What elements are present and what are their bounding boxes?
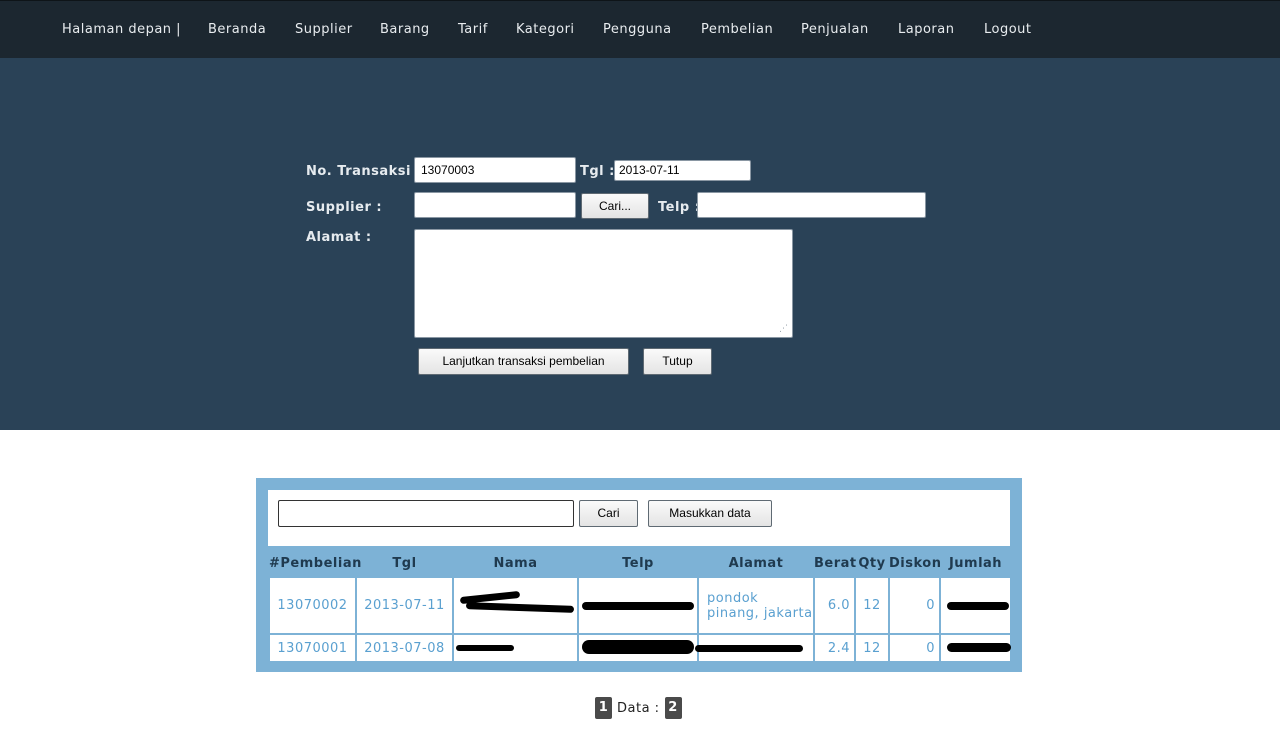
nav-tarif[interactable]: Tarif: [458, 22, 488, 37]
cell-jumlah-redacted: [939, 576, 1012, 635]
purchase-list-panel: Cari Masukkan data #Pembelian Tgl Nama T…: [256, 478, 1022, 672]
pagination: 1 Data : 2: [595, 697, 682, 719]
cell-qty: 12: [854, 576, 890, 635]
pagination-label: Data :: [617, 700, 660, 716]
tgl-label: Tgl :: [580, 164, 615, 179]
redaction-mark: [465, 602, 575, 613]
alamat-label: Alamat :: [306, 230, 372, 245]
cell-berat: 2.4: [813, 633, 856, 663]
page-1-button[interactable]: 1: [595, 697, 612, 719]
redaction-mark: [947, 602, 1009, 610]
supplier-input[interactable]: [414, 192, 576, 218]
redaction-mark: [695, 645, 803, 652]
tgl-input[interactable]: 2013-07-11: [614, 160, 751, 181]
cari-button[interactable]: Cari: [579, 500, 638, 527]
cell-diskon: 0: [888, 576, 941, 635]
tutup-button[interactable]: Tutup: [643, 348, 712, 375]
purchase-table: #Pembelian Tgl Nama Telp Alamat Berat Qt…: [268, 551, 1012, 663]
alamat-textarea[interactable]: ⋰: [414, 229, 793, 338]
nav-pengguna[interactable]: Pengguna: [603, 22, 672, 37]
no-transaksi-label: No. Transaksi :: [306, 164, 422, 179]
col-header-alamat[interactable]: Alamat: [698, 551, 814, 577]
cell-berat: 6.0: [813, 576, 856, 635]
supplier-label: Supplier :: [306, 200, 383, 215]
cell-nama-redacted: [452, 576, 579, 635]
telp-label: Telp :: [658, 200, 701, 215]
nav-supplier[interactable]: Supplier: [295, 22, 353, 37]
redaction-mark: [947, 643, 1011, 652]
cell-telp-redacted: [577, 633, 699, 663]
col-header-jumlah[interactable]: Jumlah: [940, 551, 1011, 577]
cell-tgl: 2013-07-08: [355, 633, 454, 663]
cell-qty: 12: [854, 633, 890, 663]
cell-alamat-redacted: [695, 633, 815, 663]
nav-logout[interactable]: Logout: [984, 22, 1032, 37]
table-row[interactable]: 13070001 2013-07-08 2.4 12 0: [268, 633, 1012, 663]
cell-jumlah-redacted: [939, 633, 1012, 663]
telp-input[interactable]: [697, 192, 926, 218]
nav-penjualan[interactable]: Penjualan: [801, 22, 869, 37]
page-2-button[interactable]: 2: [664, 697, 682, 719]
nav-pembelian[interactable]: Pembelian: [701, 22, 773, 37]
col-header-pembelian[interactable]: #Pembelian: [269, 551, 361, 577]
search-bar: Cari Masukkan data: [268, 490, 1010, 546]
redaction-mark: [582, 602, 694, 610]
col-header-qty[interactable]: Qty: [855, 551, 889, 577]
col-header-berat[interactable]: Berat: [814, 551, 856, 577]
redaction-mark: [582, 640, 694, 654]
redaction-mark: [456, 645, 514, 651]
cell-telp-redacted: [577, 576, 699, 635]
col-header-nama[interactable]: Nama: [453, 551, 578, 577]
nav-laporan[interactable]: Laporan: [898, 22, 954, 37]
search-input[interactable]: [278, 500, 574, 527]
cari-supplier-button[interactable]: Cari...: [581, 193, 649, 219]
cell-pembelian-id[interactable]: 13070001: [268, 633, 357, 663]
col-header-telp[interactable]: Telp: [578, 551, 698, 577]
no-transaksi-input[interactable]: 13070003: [414, 157, 576, 183]
nav-halaman-depan[interactable]: Halaman depan |: [62, 22, 181, 37]
cell-diskon: 0: [888, 633, 941, 663]
nav-beranda[interactable]: Beranda: [208, 22, 266, 37]
table-header-row: #Pembelian Tgl Nama Telp Alamat Berat Qt…: [269, 551, 1011, 577]
table-row[interactable]: 13070002 2013-07-11 pondok pinang, jakar…: [268, 576, 1012, 635]
cell-tgl: 2013-07-11: [355, 576, 454, 635]
top-navigation: Halaman depan | Beranda Supplier Barang …: [0, 0, 1280, 58]
cell-nama-redacted: [452, 633, 579, 663]
nav-kategori[interactable]: Kategori: [516, 22, 575, 37]
lanjutkan-transaksi-button[interactable]: Lanjutkan transaksi pembelian: [418, 348, 629, 375]
col-header-tgl[interactable]: Tgl: [356, 551, 453, 577]
masukkan-data-button[interactable]: Masukkan data: [648, 500, 772, 527]
resize-grip-icon[interactable]: ⋰: [779, 325, 788, 334]
col-header-diskon[interactable]: Diskon: [889, 551, 941, 577]
nav-barang[interactable]: Barang: [380, 22, 430, 37]
cell-pembelian-id[interactable]: 13070002: [268, 576, 357, 635]
cell-alamat: pondok pinang, jakarta: [697, 576, 815, 635]
